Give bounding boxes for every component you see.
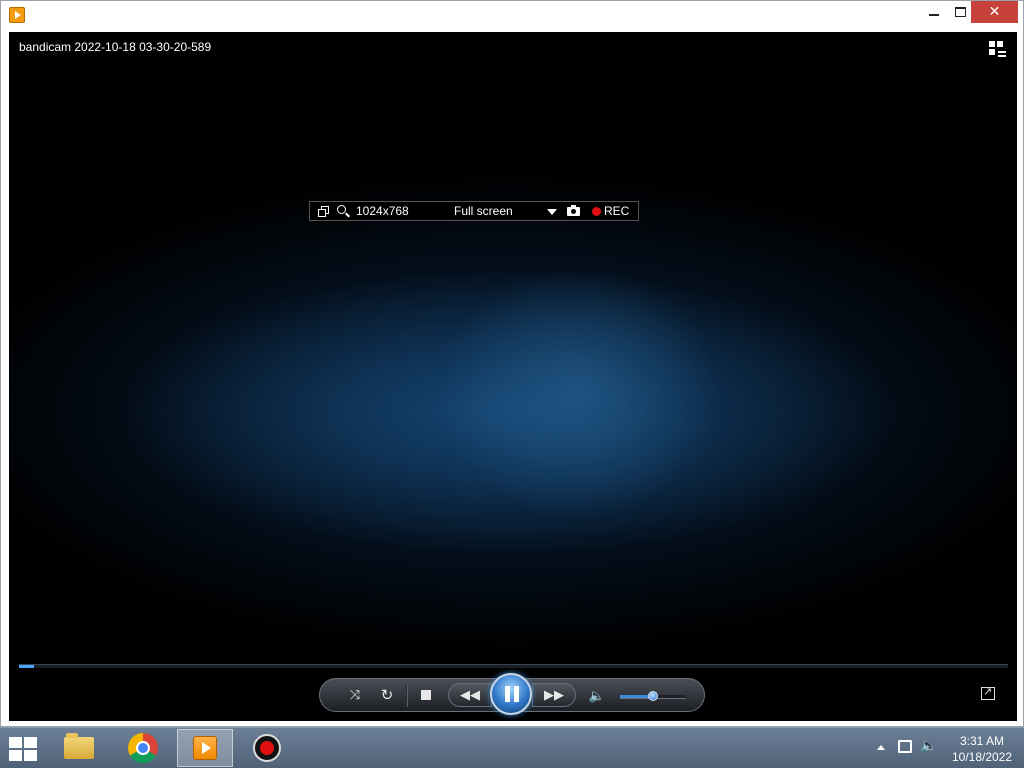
taskbar-media-player[interactable] [177,729,233,767]
chrome-icon [128,733,158,763]
camera-icon[interactable] [567,205,580,216]
start-button[interactable] [9,737,39,761]
maximize-icon [954,7,966,17]
taskbar-chrome[interactable] [115,729,171,767]
volume-slider[interactable] [620,691,686,701]
title-bar[interactable]: ✕ [1,1,1023,31]
pause-icon [505,686,519,702]
clock-date: 10/18/2022 [951,750,1013,764]
previous-button[interactable]: ◀◀ [448,683,492,707]
search-icon[interactable] [337,205,350,218]
close-button[interactable]: ✕ [971,1,1018,23]
speaker-icon[interactable]: 🔈 [920,738,937,754]
windows-logo-icon [9,737,22,748]
window-mode-icon[interactable] [318,206,329,217]
volume-icon[interactable]: 🔈 [588,687,606,705]
pause-button[interactable] [490,673,532,715]
taskbar-clock[interactable]: 3:31 AM 10/18/2022 [940,733,1024,765]
playback-controls: ⤨ ↻ ◀◀ ▶▶ 🔈 [319,673,705,715]
media-player-window: ✕ bandicam 2022-10-18 03-30-20-589 1024x… [0,0,1024,727]
fullscreen-icon[interactable] [981,685,995,700]
media-player-icon [193,736,217,760]
rewind-icon: ◀◀ [460,687,480,703]
show-hidden-icons-icon[interactable] [877,745,885,750]
bandicam-toolbar: 1024x768 Full screen REC [309,201,639,221]
taskbar-file-explorer[interactable] [51,729,107,767]
taskbar-bandicam[interactable] [239,729,295,767]
clock-time: 3:31 AM [959,734,1005,748]
capture-resolution: 1024x768 [356,204,409,218]
fast-forward-icon: ▶▶ [544,687,564,703]
seek-bar[interactable] [19,664,1008,668]
record-dot-icon [592,207,601,216]
chevron-down-icon[interactable] [547,209,557,215]
repeat-icon[interactable]: ↻ [378,685,396,705]
video-title: bandicam 2022-10-18 03-30-20-589 [19,40,212,54]
minimize-icon [929,14,939,16]
stop-button[interactable] [421,690,431,700]
rec-button[interactable]: REC [604,204,629,218]
volume-slider-thumb[interactable] [648,691,658,701]
taskbar [0,727,1024,768]
video-area[interactable]: bandicam 2022-10-18 03-30-20-589 1024x76… [9,32,1017,721]
switch-to-library-icon[interactable] [989,41,1007,57]
media-player-app-icon[interactable] [9,7,25,23]
divider [406,685,408,707]
shuffle-icon[interactable]: ⤨ [346,686,364,704]
seek-progress [19,665,34,668]
close-icon: ✕ [988,4,1001,20]
capture-mode-label[interactable]: Full screen [454,204,513,218]
folder-icon [64,733,94,759]
next-button[interactable]: ▶▶ [532,683,576,707]
network-icon[interactable] [898,740,912,753]
bandicam-icon [253,734,281,762]
